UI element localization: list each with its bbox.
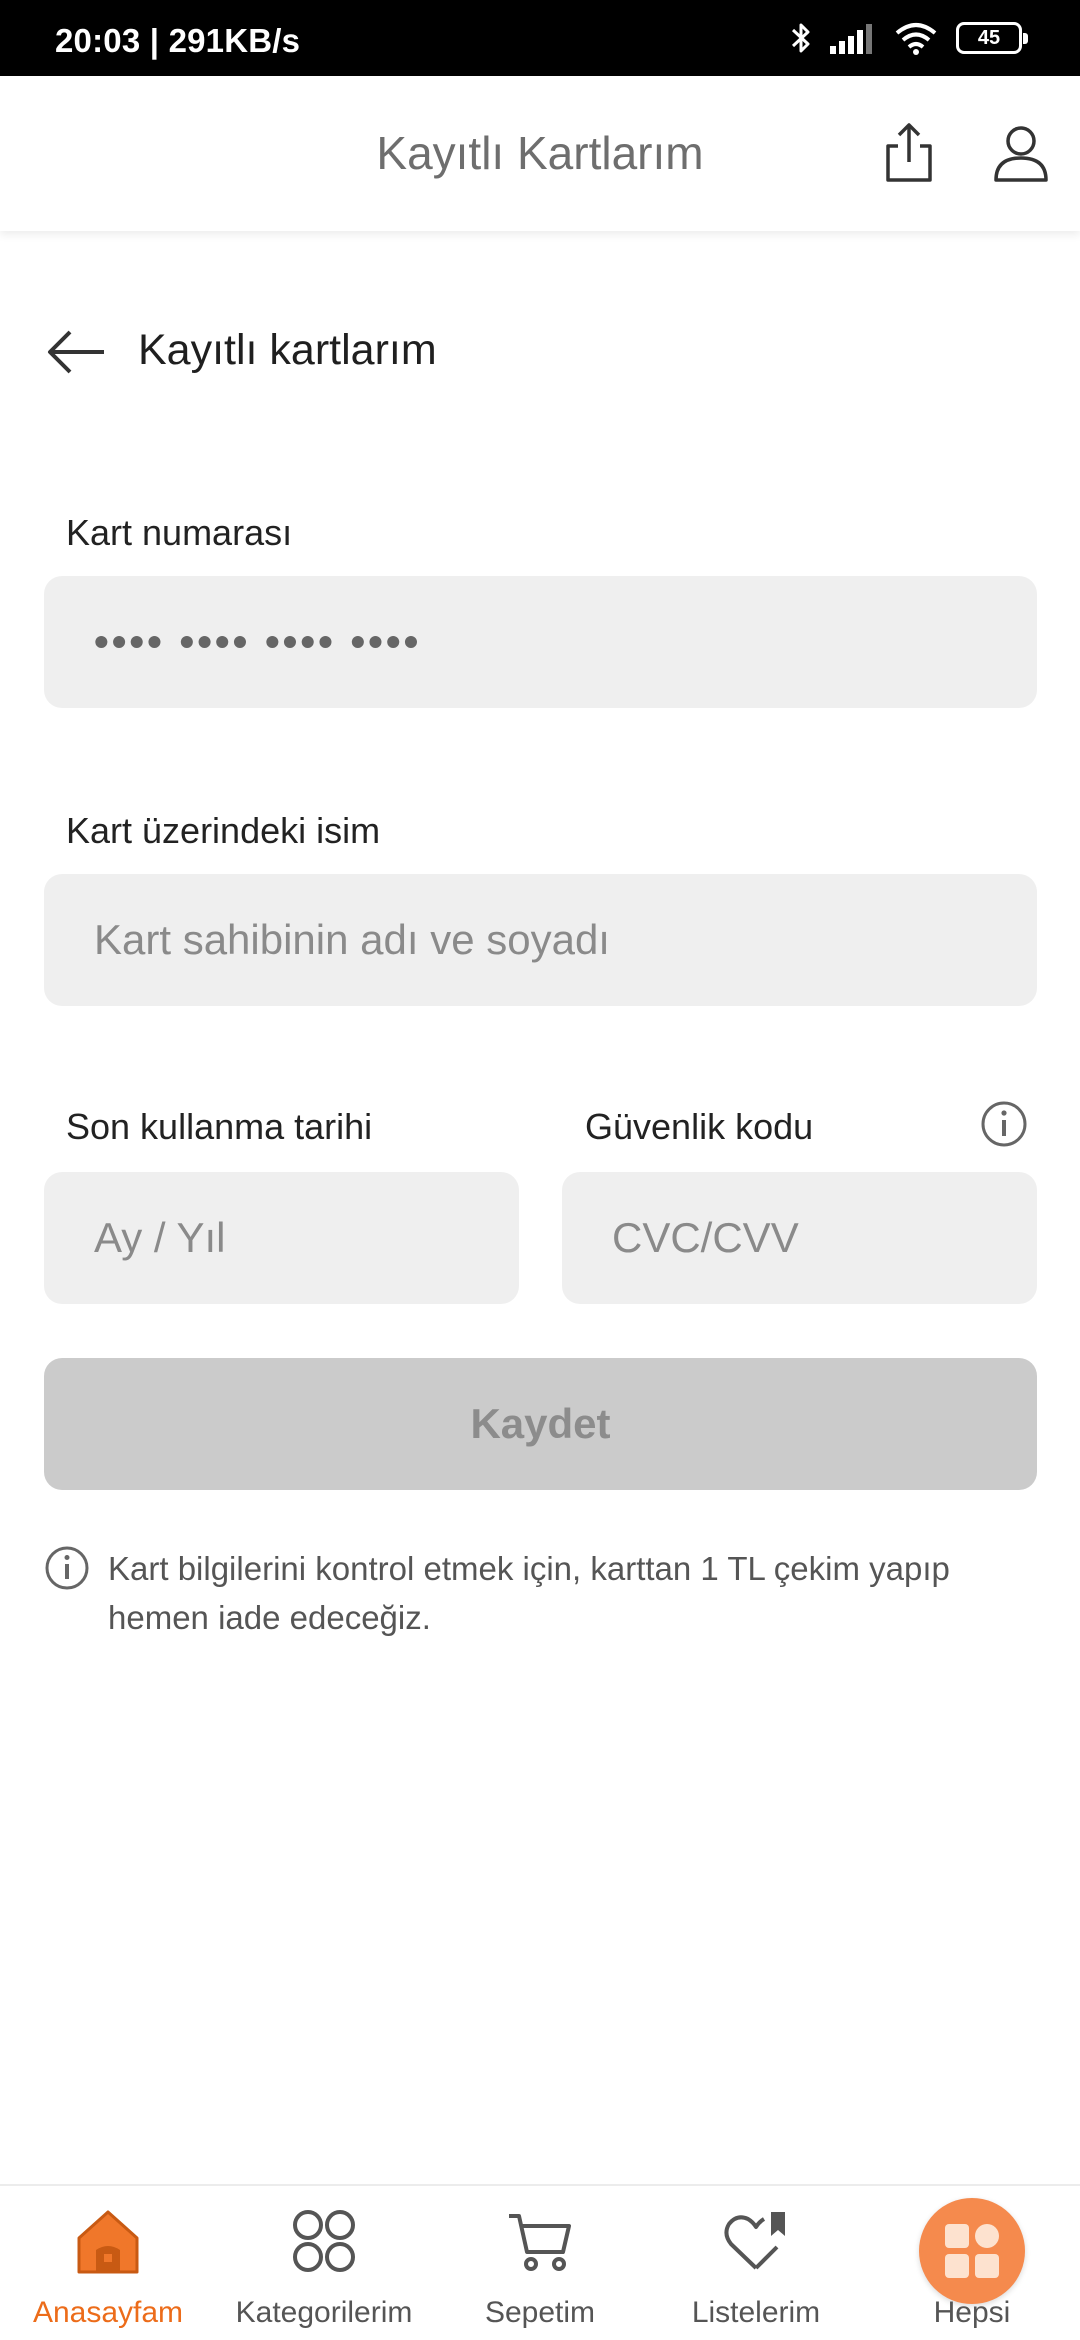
card-number-label: Kart numarası	[66, 512, 293, 553]
cart-icon	[509, 2214, 571, 2271]
share-button[interactable]	[878, 120, 940, 186]
signal-icon	[830, 24, 872, 54]
status-time: 20:03 | 291KB/s	[55, 22, 301, 59]
bluetooth-icon	[791, 23, 810, 53]
card-number-placeholder: •••• •••• •••• ••••	[94, 618, 422, 665]
status-icons: 45	[790, 20, 1028, 56]
wifi-icon	[895, 23, 937, 55]
user-button[interactable]	[990, 120, 1052, 186]
back-arrow-icon	[48, 330, 104, 374]
nav-label-listelerim: Listelerim	[691, 2296, 821, 2329]
info-icon	[45, 1546, 89, 1590]
nav-item-listelerim[interactable]: Listelerim	[648, 2186, 864, 2340]
nav-label-hepsi: Hepsi	[933, 2296, 1011, 2329]
card-name-placeholder: Kart sahibinin adı ve soyadı	[94, 916, 610, 963]
card-number-input[interactable]: •••• •••• •••• ••••	[44, 576, 1037, 708]
battery-level: 45	[977, 27, 1001, 49]
battery-icon: 45	[956, 22, 1028, 54]
info-note: Kart bilgilerini kontrol etmek için, kar…	[108, 1550, 950, 1636]
app-header: Kayıtlı Kartlarım	[0, 76, 1080, 231]
hepsi-grid-icon	[945, 2224, 999, 2278]
status-bar: 20:03 | 291KB/s 45	[0, 0, 1080, 76]
heart-list-icon	[724, 2212, 785, 2270]
hepsi-badge	[919, 2198, 1025, 2304]
card-name-label: Kart üzerindeki isim	[66, 810, 381, 851]
card-name-input[interactable]: Kart sahibinin adı ve soyadı	[44, 874, 1037, 1006]
info-icon[interactable]	[980, 1100, 1028, 1148]
security-code-input[interactable]: CVC/CVV	[562, 1172, 1037, 1304]
security-code-label: Güvenlik kodu	[585, 1106, 814, 1147]
page-title: Kayıtlı kartlarım	[138, 326, 437, 374]
nav-item-kategorilerim[interactable]: Kategorilerim	[216, 2186, 432, 2340]
nav-item-hepsi[interactable]: Hepsi	[864, 2186, 1080, 2340]
nav-label-anasayfam: Anasayfam	[32, 2296, 184, 2329]
nav-label-kategorilerim: Kategorilerim	[235, 2296, 413, 2329]
home-icon	[77, 2210, 139, 2274]
categories-icon	[293, 2210, 355, 2272]
security-code-placeholder: CVC/CVV	[612, 1214, 799, 1261]
expiry-label: Son kullanma tarihi	[66, 1106, 373, 1147]
bottom-nav: Anasayfam Kategorilerim Sepetim Listeler…	[0, 2184, 1080, 2340]
expiry-input[interactable]: Ay / Yıl	[44, 1172, 519, 1304]
user-icon	[994, 126, 1048, 182]
share-icon	[886, 123, 932, 182]
nav-label-sepetim: Sepetim	[484, 2296, 596, 2329]
nav-item-sepetim[interactable]: Sepetim	[432, 2186, 648, 2340]
save-button[interactable]: Kaydet	[44, 1358, 1037, 1490]
back-button[interactable]	[42, 322, 112, 382]
nav-item-anasayfam[interactable]: Anasayfam	[0, 2186, 216, 2340]
expiry-placeholder: Ay / Yıl	[94, 1214, 226, 1261]
